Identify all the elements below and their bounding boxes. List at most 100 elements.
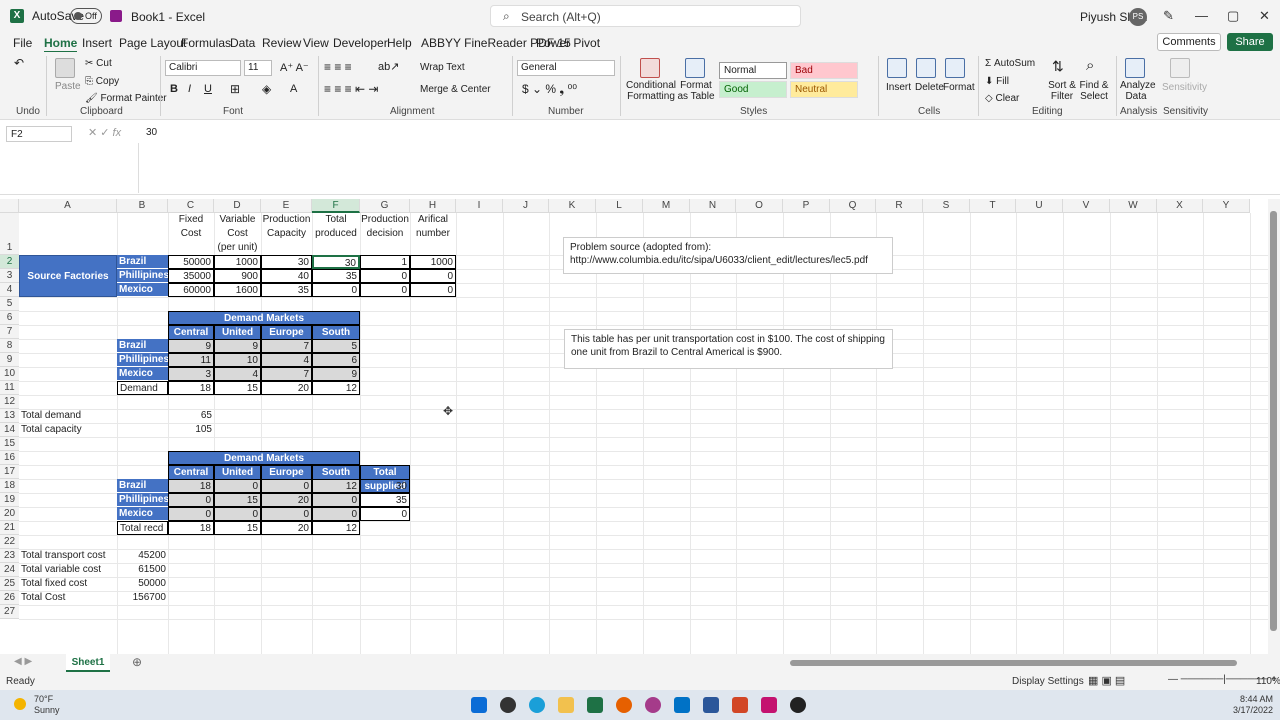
row-header[interactable]: 21 bbox=[0, 521, 19, 535]
add-sheet-icon[interactable]: ⊕ bbox=[132, 655, 142, 669]
row-header[interactable]: 1 bbox=[0, 213, 19, 255]
row-header[interactable]: 13 bbox=[0, 409, 19, 423]
start-icon[interactable] bbox=[471, 697, 487, 713]
row-header[interactable]: 12 bbox=[0, 395, 19, 409]
row-header[interactable]: 22 bbox=[0, 535, 19, 549]
format-cells-icon[interactable] bbox=[945, 58, 965, 78]
horizontal-scroll-thumb[interactable] bbox=[790, 660, 1237, 666]
data-cell[interactable]: 4 bbox=[261, 353, 312, 367]
data-cell[interactable]: 0 bbox=[360, 507, 410, 521]
copy-button[interactable]: ⎘ Copy bbox=[85, 76, 119, 87]
data-cell[interactable]: 18 bbox=[168, 381, 214, 395]
tab-formulas[interactable]: Formulas bbox=[181, 36, 231, 50]
row-label[interactable]: Brazil bbox=[117, 479, 168, 493]
row-header[interactable]: 5 bbox=[0, 297, 19, 311]
autosum-button[interactable]: Σ AutoSum bbox=[985, 58, 1035, 69]
data-cell[interactable]: 40 bbox=[261, 269, 312, 283]
data-cell[interactable]: 5 bbox=[312, 339, 360, 353]
row-label[interactable]: Total recd bbox=[117, 521, 168, 535]
column-header[interactable]: G bbox=[360, 199, 410, 213]
fill-button[interactable]: ⬇ Fill bbox=[985, 76, 1009, 87]
font-name-select[interactable]: Calibri bbox=[165, 60, 241, 76]
data-cell[interactable]: 0 bbox=[410, 283, 456, 297]
column-header[interactable]: A bbox=[19, 199, 117, 213]
column-header[interactable]: C bbox=[168, 199, 214, 213]
row-header[interactable]: 27 bbox=[0, 605, 19, 619]
data-cell[interactable]: 12 bbox=[312, 521, 360, 535]
align-left-icon[interactable]: ≡ ≡ ≡ ⇤ ⇥ bbox=[324, 82, 378, 96]
data-cell[interactable]: 1 bbox=[360, 255, 410, 269]
row-header[interactable]: 14 bbox=[0, 423, 19, 437]
vertical-scroll-thumb[interactable] bbox=[1270, 211, 1277, 631]
row-header[interactable]: 10 bbox=[0, 367, 19, 381]
data-cell[interactable]: 60000 bbox=[168, 283, 214, 297]
column-header[interactable]: Y bbox=[1203, 199, 1250, 213]
data-cell[interactable]: 50000 bbox=[168, 255, 214, 269]
data-cell[interactable]: 35000 bbox=[168, 269, 214, 283]
row-label[interactable]: Brazil bbox=[117, 255, 168, 269]
data-cell[interactable]: 35 bbox=[360, 493, 410, 507]
format-painter-button[interactable]: 🖌 Format Painter bbox=[85, 93, 167, 104]
data-cell[interactable]: 20 bbox=[261, 493, 312, 507]
data-cell[interactable]: 0 bbox=[168, 493, 214, 507]
table-title[interactable]: Demand Markets bbox=[168, 451, 360, 465]
row-label[interactable]: Brazil bbox=[117, 339, 168, 353]
data-cell[interactable]: 0 bbox=[214, 507, 261, 521]
orientation-icon[interactable]: ab↗ bbox=[378, 60, 399, 73]
column-header[interactable]: K bbox=[549, 199, 596, 213]
bold-icon[interactable]: B bbox=[170, 83, 178, 95]
row-label[interactable]: Phillipines bbox=[117, 493, 168, 507]
data-cell[interactable]: 1000 bbox=[410, 255, 456, 269]
sort-filter-icon[interactable]: ⇅ bbox=[1052, 58, 1064, 75]
summary-label[interactable]: Total transport cost bbox=[19, 549, 117, 563]
data-cell[interactable]: 4 bbox=[214, 367, 261, 381]
vertical-scrollbar[interactable] bbox=[1268, 199, 1280, 654]
close-icon[interactable]: ✕ bbox=[1259, 8, 1270, 24]
save-icon[interactable] bbox=[110, 10, 122, 22]
data-cell[interactable]: 30 bbox=[312, 255, 360, 269]
tab-page-layout[interactable]: Page Layout bbox=[119, 36, 186, 50]
row-header[interactable]: 20 bbox=[0, 507, 19, 521]
data-cell[interactable]: 30 bbox=[261, 255, 312, 269]
data-cell[interactable]: 0 bbox=[360, 269, 410, 283]
column-header[interactable]: B bbox=[117, 199, 168, 213]
column-header[interactable]: O bbox=[736, 199, 783, 213]
row-label[interactable]: Mexico bbox=[117, 507, 168, 521]
sheet-tab-sheet1[interactable]: Sheet1 bbox=[66, 654, 110, 672]
app-icon[interactable] bbox=[761, 697, 777, 713]
format-button[interactable]: Format bbox=[943, 82, 975, 93]
analyze-data-icon[interactable] bbox=[1125, 58, 1145, 78]
underline-icon[interactable]: U bbox=[204, 83, 212, 95]
edge-icon[interactable] bbox=[529, 697, 545, 713]
insert-cells-icon[interactable] bbox=[887, 58, 907, 78]
search-icon[interactable] bbox=[500, 697, 516, 713]
column-header[interactable]: R bbox=[876, 199, 923, 213]
avatar[interactable]: PS bbox=[1129, 8, 1147, 26]
summary-label[interactable]: Total demand bbox=[19, 409, 168, 423]
summary-value[interactable]: 105 bbox=[168, 423, 214, 437]
column-header[interactable]: I bbox=[456, 199, 503, 213]
column-header[interactable]: F bbox=[312, 199, 360, 213]
data-cell[interactable]: 0 bbox=[261, 479, 312, 493]
pen-icon[interactable]: ✎ bbox=[1163, 8, 1174, 24]
find-icon[interactable]: ⌕ bbox=[1086, 57, 1094, 74]
row-header[interactable]: 16 bbox=[0, 451, 19, 465]
row-header[interactable]: 4 bbox=[0, 283, 19, 297]
sort-filter-button[interactable]: Sort & Filter bbox=[1045, 80, 1079, 102]
currency-icon[interactable]: $ ⌄ % ❟ ⁰⁰ bbox=[522, 82, 577, 97]
tab-nav-icon[interactable]: ◀ ▶ bbox=[14, 656, 32, 667]
data-cell[interactable]: 12 bbox=[312, 381, 360, 395]
tab-view[interactable]: View bbox=[303, 36, 329, 50]
data-cell[interactable]: 0 bbox=[360, 283, 410, 297]
tab-file[interactable]: File bbox=[13, 36, 32, 50]
tab-developer[interactable]: Developer bbox=[333, 36, 388, 50]
tab-insert[interactable]: Insert bbox=[82, 36, 112, 50]
row-header[interactable]: 17 bbox=[0, 465, 19, 479]
summary-label[interactable]: Total Cost bbox=[19, 591, 117, 605]
sensitivity-button[interactable]: Sensitivity bbox=[1162, 82, 1207, 93]
conditional-formatting-button[interactable]: Conditional Formatting bbox=[625, 80, 677, 102]
worksheet-grid[interactable]: A B C D E F G H I J K L M N O P Q R S T U V W X Y 1 2 3 4 5 6 7 8 9 10 11 12… bbox=[0, 199, 1268, 654]
data-cell[interactable]: 15 bbox=[214, 521, 261, 535]
cost-note[interactable]: This table has per unit transportation c… bbox=[564, 329, 893, 369]
summary-value[interactable]: 50000 bbox=[117, 577, 168, 591]
